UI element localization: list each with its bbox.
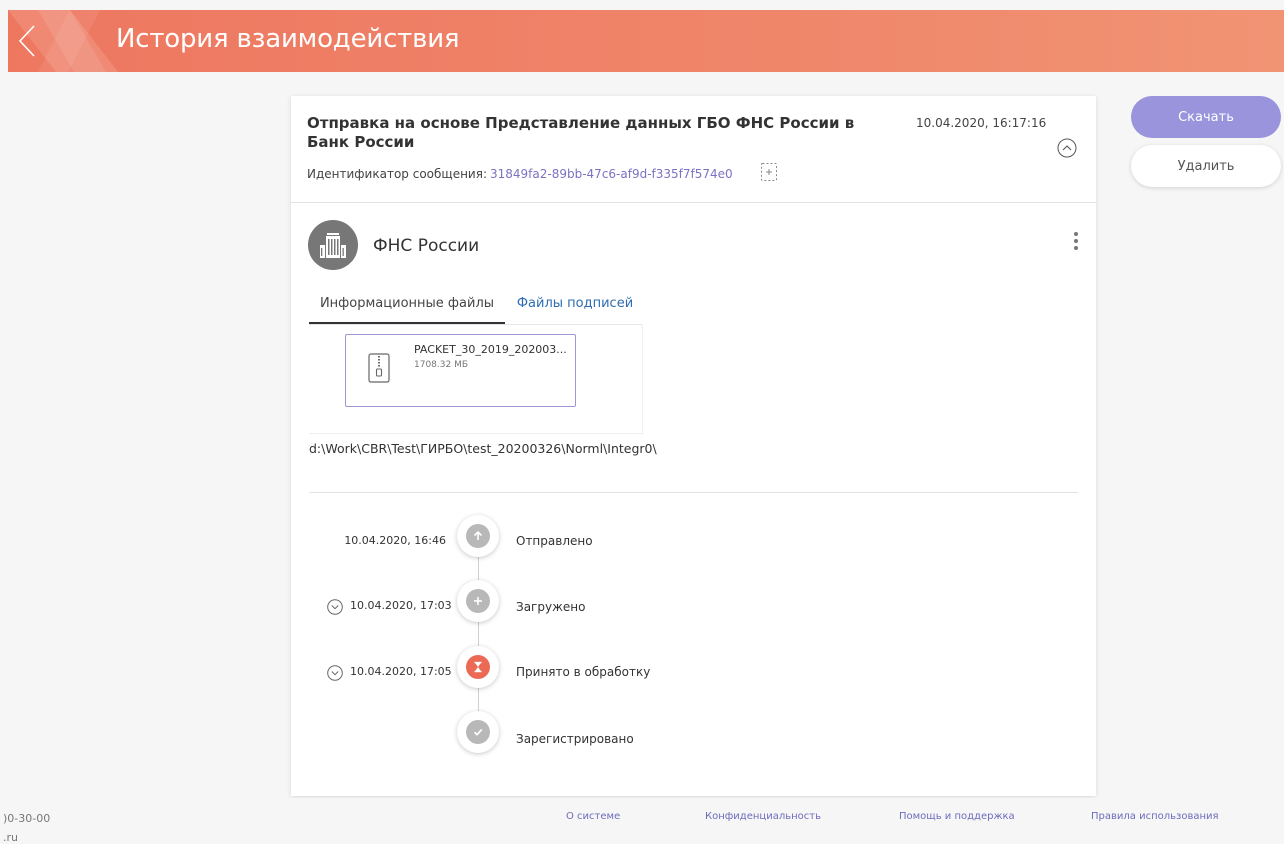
arrow-up-icon [473,530,483,540]
timeline-date-processing: 10.04.2020, 17:05 [350,665,452,678]
check-icon [473,728,483,736]
footer-link-privacy[interactable]: Конфиденциальность [705,811,821,822]
organization-name: ФНС России [373,236,480,256]
organization-avatar [308,220,358,270]
timeline-node-sent [457,515,499,557]
timeline-node-processing [457,646,499,688]
copy-icon[interactable] [760,162,778,182]
section-divider [309,492,1078,493]
timeline-node-registered [457,711,499,753]
timeline-label-registered: Зарегистрировано [516,732,634,746]
back-arrow-icon[interactable] [14,23,44,59]
expand-chevron-icon[interactable] [327,665,343,681]
footer-email: .ru [3,831,18,844]
download-button[interactable]: Скачать [1131,96,1281,138]
file-path: d:\Work\CBR\Test\ГИРБО\test_20200326\Nor… [309,441,657,456]
zip-file-icon [368,353,390,383]
timeline-label-uploaded: Загружено [516,600,586,614]
message-id-label: Идентификатор сообщения: [307,167,487,181]
message-id: Идентификатор сообщения: 31849fa2-89bb-47… [307,167,733,181]
file-name: PACKET_30_2019_202003... [414,343,567,356]
message-header: Отправка на основе Представление данных … [291,96,1096,203]
tab-info-files[interactable]: Информационные файлы [309,284,505,324]
timeline-node-uploaded [457,580,499,622]
message-datetime: 10.04.2020, 16:17:16 [916,116,1047,130]
message-card: Отправка на основе Представление данных … [291,96,1096,796]
file-tile[interactable]: PACKET_30_2019_202003... 1708.32 МБ [345,334,576,407]
timeline-date-sent: 10.04.2020, 16:46 [344,534,446,547]
footer-phone: )0-30-00 [3,812,51,825]
expand-chevron-icon[interactable] [327,599,343,615]
delete-button[interactable]: Удалить [1131,145,1281,187]
file-size: 1708.32 МБ [414,360,469,370]
message-id-value[interactable]: 31849fa2-89bb-47c6-af9d-f335f7f574e0 [490,167,733,181]
plus-icon [474,597,482,605]
tab-signature-files[interactable]: Файлы подписей [511,284,639,324]
timeline-date-uploaded: 10.04.2020, 17:03 [350,599,452,612]
page-footer: )0-30-00 .ru О системе Конфиденциальност… [0,798,1284,844]
page-title: История взаимодействия [116,24,460,54]
building-icon [320,233,346,258]
timeline-label-sent: Отправлено [516,534,593,548]
collapse-chevron-icon[interactable] [1057,138,1077,158]
page-header: История взаимодействия [8,10,1284,72]
footer-link-help[interactable]: Помощь и поддержка [899,811,1015,822]
footer-link-terms[interactable]: Правила использования [1091,811,1219,822]
hourglass-icon [474,661,482,673]
more-options-icon[interactable] [1071,232,1081,256]
message-title: Отправка на основе Представление данных … [307,114,855,151]
timeline-connector [478,542,479,732]
timeline-label-processing: Принято в обработку [516,665,651,679]
footer-link-about[interactable]: О системе [566,811,620,822]
